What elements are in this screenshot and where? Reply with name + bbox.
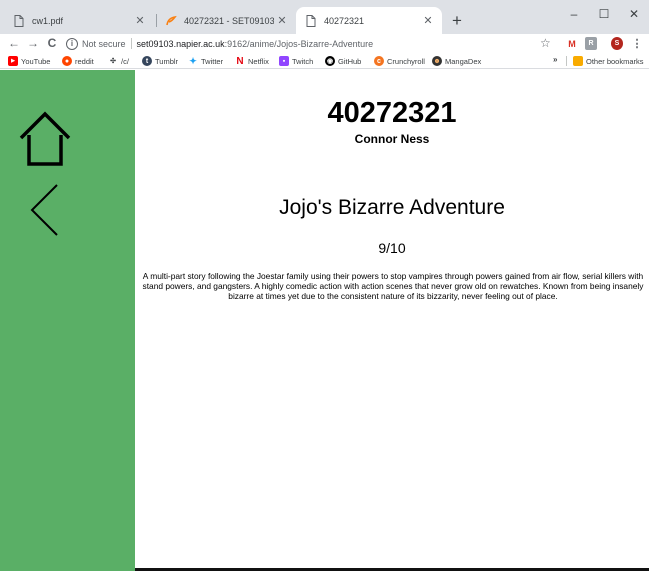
- back-icon[interactable]: [28, 183, 60, 237]
- maximize-button[interactable]: ☐: [590, 3, 618, 25]
- bookmark-twitch[interactable]: ▪ Twitch: [279, 55, 313, 67]
- youtube-icon: ▶: [8, 56, 18, 66]
- tumblr-icon: t: [142, 56, 152, 66]
- security-label: Not secure: [82, 38, 126, 49]
- bookmark-reddit[interactable]: ● reddit: [62, 55, 94, 67]
- github-icon: ◉: [325, 56, 335, 66]
- anime-title: Jojo's Bizarre Adventure: [279, 196, 505, 219]
- reload-button[interactable]: C: [44, 35, 60, 51]
- forward-button[interactable]: →: [25, 35, 41, 51]
- home-icon[interactable]: [18, 111, 72, 167]
- main-content: 40272321 Connor Ness Jojo's Bizarre Adve…: [135, 70, 649, 568]
- close-icon[interactable]: ✕: [420, 13, 436, 29]
- bookmark-label: Crunchyroll: [387, 56, 425, 66]
- document-icon: [304, 14, 318, 28]
- reddit-icon: ●: [62, 56, 72, 66]
- moodle-icon: [164, 14, 178, 28]
- description: A multi-part story following the Joestar…: [142, 271, 644, 301]
- tab-title: cw1.pdf: [32, 15, 64, 26]
- back-button[interactable]: ←: [6, 35, 22, 51]
- gmail-extension-icon[interactable]: M: [566, 37, 578, 50]
- mangadex-icon: ☻: [432, 56, 442, 66]
- extension-r-icon[interactable]: R: [585, 37, 597, 50]
- document-icon: [12, 14, 26, 28]
- netflix-icon: N: [236, 55, 244, 67]
- info-icon[interactable]: i: [66, 37, 78, 50]
- tab-coursework[interactable]: 40272321 - SET09103 Coursewo ✕: [156, 7, 296, 34]
- bookmark-label: Tumblr: [155, 56, 179, 66]
- bookmark-label: Twitch: [292, 56, 314, 66]
- bookmark-tumblr[interactable]: t Tumblr: [142, 55, 178, 67]
- student-id: 40272321: [327, 97, 457, 129]
- close-icon[interactable]: ✕: [274, 13, 290, 29]
- url-path: :9162/anime/Jojos-Bizarre-Adventure: [224, 38, 374, 49]
- bookmarks-overflow-button[interactable]: »: [553, 55, 557, 64]
- profile-avatar[interactable]: S: [611, 37, 623, 50]
- url-host: set09103.napier.ac.uk: [136, 38, 225, 49]
- tab-title: 40272321: [324, 15, 365, 26]
- browser-toolbar: ← → C i Not secure set09103.napier.ac.uk…: [0, 34, 649, 53]
- rating: 9/10: [378, 240, 406, 256]
- bookmark-c[interactable]: ✣ /c/: [108, 55, 129, 67]
- tab-cw1-pdf[interactable]: cw1.pdf ✕: [4, 7, 154, 34]
- close-icon[interactable]: ✕: [132, 13, 148, 29]
- student-name: Connor Ness: [354, 132, 430, 146]
- folder-icon: [573, 56, 583, 66]
- grid-icon: ✣: [110, 58, 116, 65]
- star-icon[interactable]: ☆: [540, 36, 551, 50]
- bookmark-netflix[interactable]: N Netflix: [235, 55, 269, 67]
- bookmark-twitter[interactable]: ✦ Twitter: [188, 55, 223, 67]
- bookmark-label: /c/: [121, 56, 129, 66]
- close-window-button[interactable]: ✕: [620, 3, 648, 25]
- address-bar[interactable]: i Not secure set09103.napier.ac.uk:9162/…: [66, 34, 561, 53]
- twitter-icon: ✦: [189, 55, 197, 66]
- bookmark-youtube[interactable]: ▶ YouTube: [8, 55, 50, 67]
- menu-icon[interactable]: ⋮: [632, 37, 643, 50]
- new-tab-button[interactable]: +: [447, 11, 467, 31]
- minimize-button[interactable]: –: [560, 3, 588, 25]
- bookmark-label: MangaDex: [445, 56, 482, 66]
- bookmark-crunchyroll[interactable]: c Crunchyroll: [374, 55, 425, 67]
- bookmark-label: Other bookmarks: [586, 56, 644, 66]
- bookmark-github[interactable]: ◉ GitHub: [325, 55, 361, 67]
- crunchyroll-icon: c: [374, 56, 384, 66]
- bookmark-label: GitHub: [338, 56, 362, 66]
- bookmark-label: YouTube: [21, 56, 51, 66]
- address-divider: [130, 38, 132, 49]
- bookmark-label: Netflix: [248, 56, 269, 66]
- bookmark-mangadex[interactable]: ☻ MangaDex: [432, 55, 481, 67]
- tab-40272321[interactable]: 40272321 ✕: [296, 7, 442, 34]
- bookmarks-divider: [566, 56, 567, 66]
- bookmark-label: reddit: [75, 56, 94, 66]
- twitch-icon: ▪: [279, 56, 289, 66]
- bookmark-label: Twitter: [201, 56, 224, 66]
- bookmarks-bar: ▶ YouTube ● reddit ✣ /c/ t Tumblr ✦ Twit…: [0, 53, 649, 69]
- tab-title: 40272321 - SET09103 Coursewo: [184, 15, 274, 26]
- browser-titlebar: cw1.pdf ✕ 40272321 - SET09103 Coursewo ✕…: [0, 0, 649, 34]
- other-bookmarks[interactable]: Other bookmarks: [573, 55, 644, 67]
